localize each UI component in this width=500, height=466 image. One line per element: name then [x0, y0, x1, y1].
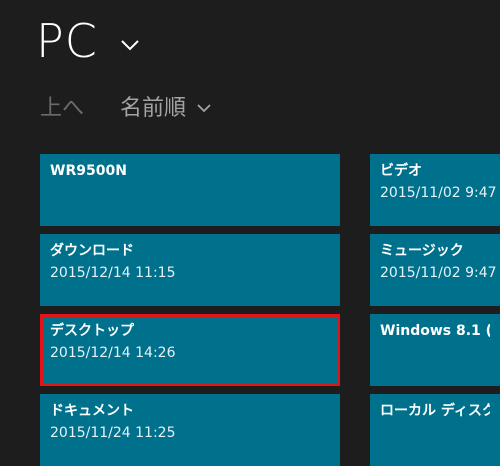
tile-name: WR9500N [50, 163, 127, 179]
tile-drive-d[interactable]: ローカル ディスク (D:) [370, 394, 500, 466]
tile-date: 2015/12/14 11:15 [50, 265, 176, 281]
tile-name: デスクトップ [50, 323, 134, 339]
tile-name: ローカル ディスク (D:) [380, 403, 490, 419]
tile-name: ドキュメント [50, 403, 134, 419]
tile-date: 2015/11/02 9:47 [380, 185, 497, 201]
tile-wr9500n[interactable]: WR9500N [40, 154, 340, 226]
tile-name: ビデオ [380, 163, 422, 179]
tile-date: 2015/11/24 11:25 [50, 425, 176, 441]
page-header: PC [36, 6, 140, 76]
tile-date: 2015/11/02 9:47 [380, 265, 497, 281]
tile-date: 2015/12/14 14:26 [50, 345, 176, 361]
tile-videos[interactable]: ビデオ 2015/11/02 9:47 [370, 154, 500, 226]
tile-music[interactable]: ミュージック 2015/11/02 9:47 [370, 234, 500, 306]
page-title: PC [36, 14, 98, 68]
tile-downloads[interactable]: ダウンロード 2015/12/14 11:15 [40, 234, 340, 306]
up-button[interactable]: 上へ [40, 90, 84, 122]
tile-name: Windows 8.1 (C:) [380, 323, 490, 339]
chevron-down-icon[interactable] [120, 38, 140, 52]
tile-drive-c[interactable]: Windows 8.1 (C:) [370, 314, 500, 386]
tile-documents[interactable]: ドキュメント 2015/11/24 11:25 [40, 394, 340, 466]
sort-label: 名前順 [120, 96, 187, 121]
tile-name: ダウンロード [50, 243, 134, 259]
chevron-down-icon [197, 103, 211, 112]
sort-dropdown[interactable]: 名前順 [120, 90, 212, 122]
tile-name: ミュージック [380, 243, 464, 259]
toolbar: 上へ 名前順 [40, 88, 212, 124]
tile-desktop[interactable]: デスクトップ 2015/12/14 14:26 [40, 314, 340, 386]
